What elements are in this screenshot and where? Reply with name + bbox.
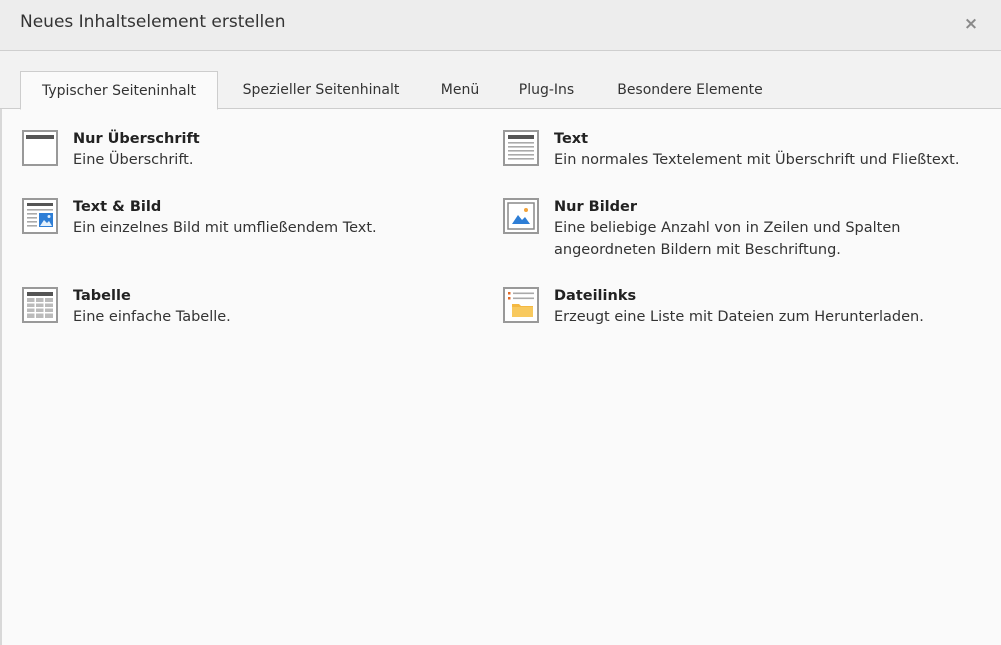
element-dateilinks[interactable]: Dateilinks Erzeugt eine Liste mit Dateie… bbox=[503, 287, 973, 331]
header-only-icon bbox=[22, 130, 58, 166]
close-button[interactable]: × bbox=[958, 12, 984, 36]
text-image-icon bbox=[22, 198, 58, 234]
element-description: Erzeugt eine Liste mit Dateien zum Herun… bbox=[554, 309, 924, 325]
element-description: angeordneten Bildern mit Beschriftung. bbox=[554, 242, 841, 258]
element-title: Text bbox=[554, 131, 589, 147]
element-description: Ein einzelnes Bild mit umfließendem Text… bbox=[73, 220, 377, 236]
file-links-icon bbox=[503, 287, 539, 323]
element-description: Eine beliebige Anzahl von in Zeilen und … bbox=[554, 220, 901, 236]
element-nur-bilder[interactable]: Nur Bilder Eine beliebige Anzahl von in … bbox=[503, 198, 973, 264]
table-icon bbox=[22, 287, 58, 323]
tab-bar: Typischer Seiteninhalt Spezieller Seiten… bbox=[0, 51, 1001, 110]
element-description: Ein normales Textelement mit Überschrift… bbox=[554, 152, 960, 168]
element-text-bild[interactable]: Text & Bild Ein einzelnes Bild mit umfli… bbox=[22, 198, 492, 242]
tab-menue[interactable]: Menü bbox=[427, 71, 493, 109]
element-title: Tabelle bbox=[73, 288, 131, 304]
images-icon bbox=[503, 198, 539, 234]
dialog-title: Neues Inhaltselement erstellen bbox=[20, 12, 286, 32]
dialog-header: Neues Inhaltselement erstellen × bbox=[0, 0, 1001, 51]
content-element-list: Nur Überschrift Eine Überschrift. Text E… bbox=[0, 109, 1001, 645]
tab-besondere-elemente[interactable]: Besondere Elemente bbox=[600, 71, 780, 109]
tab-spezieller-seitenhinalt[interactable]: Spezieller Seitenhinalt bbox=[225, 71, 417, 109]
text-icon bbox=[503, 130, 539, 166]
element-tabelle[interactable]: Tabelle Eine einfache Tabelle. bbox=[22, 287, 492, 331]
element-title: Nur Überschrift bbox=[73, 131, 200, 147]
tab-plug-ins[interactable]: Plug-Ins bbox=[503, 71, 590, 109]
element-description: Eine einfache Tabelle. bbox=[73, 309, 231, 325]
element-nur-ueberschrift[interactable]: Nur Überschrift Eine Überschrift. bbox=[22, 130, 492, 174]
element-text[interactable]: Text Ein normales Textelement mit Übersc… bbox=[503, 130, 973, 174]
tab-typischer-seiteninhalt[interactable]: Typischer Seiteninhalt bbox=[20, 71, 218, 110]
close-icon: × bbox=[963, 14, 979, 34]
element-title: Nur Bilder bbox=[554, 199, 638, 215]
element-title: Text & Bild bbox=[73, 199, 162, 215]
element-description: Eine Überschrift. bbox=[73, 152, 194, 168]
element-title: Dateilinks bbox=[554, 288, 637, 304]
